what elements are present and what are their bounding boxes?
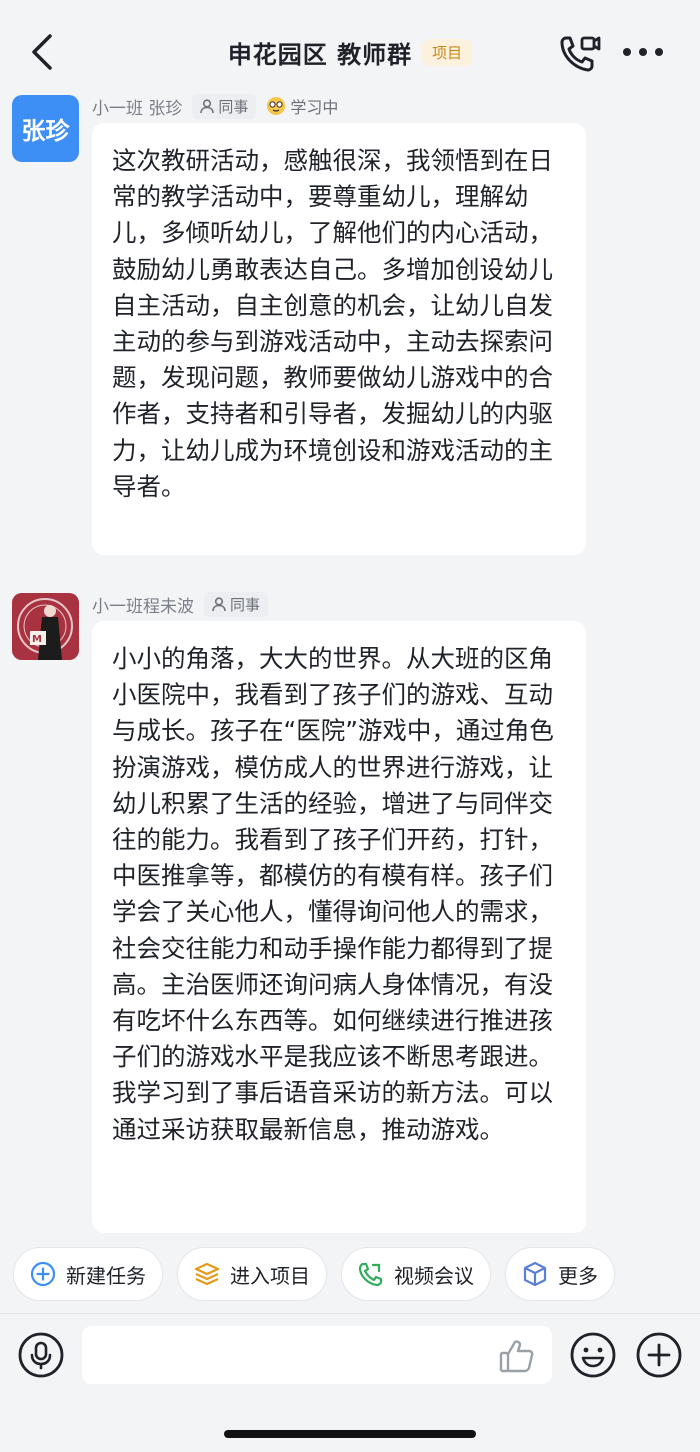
status-label: 学习中 [290,98,339,117]
sender-line: 小一班 张珍 同事 学习中 [92,93,338,119]
colleague-badge: 同事 [204,591,269,617]
thumbs-up-icon [499,1340,534,1373]
microphone-icon [18,1332,64,1378]
quick-action-label: 视频会议 [394,1263,474,1288]
video-meeting-button[interactable]: 视频会议 [341,1247,491,1301]
message-item: 张珍 小一班 张珍 同事 学习中 这次教研活动，感触很深，我领悟到在日常的教学活… [0,93,700,563]
project-tag: 项目 [422,38,473,66]
avatar[interactable]: 张珍 [12,95,79,162]
cube-icon [522,1261,548,1287]
glasses-emoji-icon [267,97,286,115]
plus-circle-icon [30,1261,56,1287]
smiley-icon [570,1332,616,1378]
video-call-icon [358,1261,384,1287]
quick-actions-bar: 新建任务 进入项目 视频会议 更多 [0,1247,700,1305]
more-options-button[interactable] [618,34,668,70]
message-item: M 小一班程未波 同事 小小的角落，大大的世界。从大班的区角小医院中，我看到了孩… [0,591,700,1236]
badge-label: 同事 [230,595,261,614]
quick-action-label: 新建任务 [66,1263,146,1288]
avatar-initials: 张珍 [21,117,70,145]
home-indicator [224,1430,476,1438]
more-dots-icon [623,48,663,56]
new-task-button[interactable]: 新建任务 [13,1247,163,1301]
layers-icon [194,1261,220,1287]
colleague-badge: 同事 [192,93,257,119]
quick-action-label: 进入项目 [230,1263,310,1288]
chat-header: 申花园区 教师群 项目 [0,0,700,92]
status-indicator: 学习中 [266,94,338,118]
message-bubble[interactable]: 这次教研活动，感触很深，我领悟到在日常的教学活动中，要尊重幼儿，理解幼儿，多倾听… [92,123,586,555]
quick-action-label: 更多 [558,1263,598,1288]
photo-avatar-icon: M [12,593,79,660]
enter-project-button[interactable]: 进入项目 [177,1247,327,1301]
person-icon [212,596,226,611]
sender-line: 小一班程未波 同事 [92,591,269,617]
sender-name: 小一班 张珍 [92,98,183,119]
person-icon [200,98,215,113]
more-actions-button[interactable]: 更多 [505,1247,615,1301]
call-button[interactable] [558,32,602,74]
message-input[interactable] [82,1326,552,1384]
plus-circle-icon [636,1332,682,1378]
add-attachment-button[interactable] [636,1332,682,1378]
emoji-button[interactable] [570,1332,616,1378]
chat-title: 申花园区 教师群 [227,40,413,69]
message-bubble[interactable]: 小小的角落，大大的世界。从大班的区角小医院中，我看到了孩子们的游戏、互动与成长。… [92,621,586,1233]
sender-name: 小一班程未波 [92,596,194,617]
thumbs-up-button[interactable] [498,1338,536,1374]
phone-video-icon [560,36,601,72]
avatar[interactable]: M [12,593,79,660]
chat-screen: 申花园区 教师群 项目 张珍 小一班 张珍 同事 学习中 这次教研活动，感触很深… [0,0,700,1452]
voice-button[interactable] [18,1332,64,1378]
badge-label: 同事 [218,97,249,116]
svg-text:M: M [32,634,42,645]
